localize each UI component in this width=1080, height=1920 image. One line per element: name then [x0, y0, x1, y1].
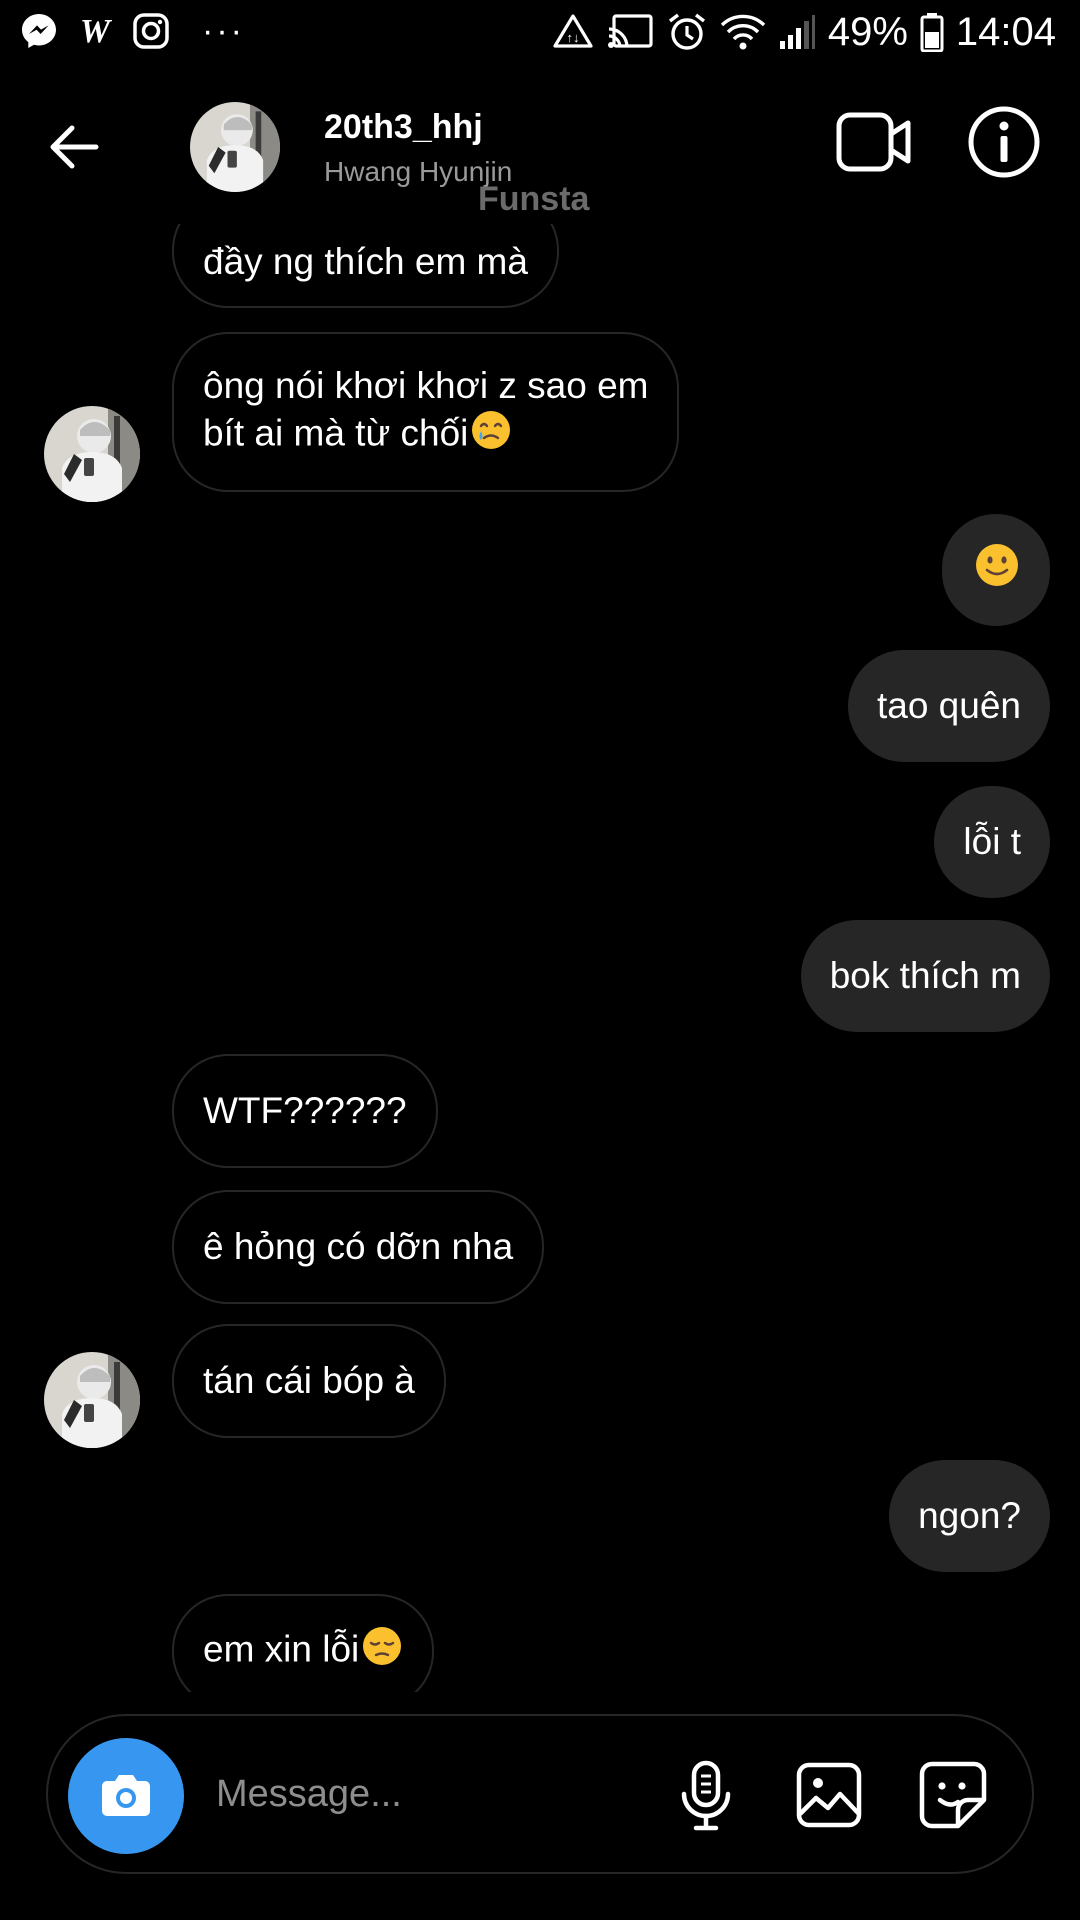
instagram-icon [132, 12, 170, 50]
message-text: tao quên [876, 685, 1021, 726]
more-notifications-indicator: ··· [202, 12, 245, 50]
message-text: WTF?????? [203, 1090, 407, 1131]
image-icon [796, 1762, 862, 1828]
status-bar: W ··· ↑↓ 49% 14:04 [0, 0, 1080, 72]
clock: 14:04 [955, 10, 1056, 54]
notification-icons: W ··· [20, 12, 245, 50]
message-text: bok thích m [829, 955, 1021, 996]
message-outgoing[interactable]: ngon? [889, 1460, 1050, 1572]
chat-username[interactable]: 20th3_hhj [324, 108, 483, 147]
chat-header: 20th3_hhj Hwang Hyunjin Funsta [0, 72, 1080, 224]
microphone-icon [681, 1760, 731, 1831]
sticker-icon [919, 1761, 987, 1829]
sticker-button[interactable] [918, 1760, 988, 1830]
voice-message-button[interactable] [676, 1760, 736, 1832]
arrow-left-icon [50, 125, 99, 169]
data-saver-icon: ↑↓ [552, 13, 594, 51]
message-text: bít ai mà từ chối [203, 411, 469, 453]
message-outgoing[interactable]: lỗi t [934, 786, 1050, 898]
avatar[interactable] [44, 406, 140, 502]
video-camera-icon [836, 112, 911, 172]
info-icon [968, 106, 1040, 178]
messenger-icon [20, 12, 58, 50]
wifi-icon [720, 13, 766, 51]
avatar[interactable] [190, 102, 280, 192]
svg-text:W: W [80, 13, 113, 50]
message-incoming[interactable]: ê hỏng có dỡn nha [172, 1190, 545, 1304]
message-incoming[interactable]: WTF?????? [172, 1054, 438, 1168]
system-icons: ↑↓ 49% 14:04 [552, 12, 1056, 52]
gallery-button[interactable] [796, 1762, 862, 1828]
info-button[interactable] [964, 102, 1044, 182]
svg-text:↑↓: ↑↓ [566, 30, 579, 45]
message-incoming[interactable]: ông nói khơi khơi z sao em bít ai mà từ … [172, 332, 680, 492]
video-call-button[interactable] [836, 110, 912, 174]
back-button[interactable] [44, 116, 106, 178]
account-tag: Funsta [478, 180, 590, 218]
message-outgoing[interactable]: tao quên [847, 650, 1050, 762]
alarm-icon [666, 13, 708, 51]
smiling-tear-emoji [470, 409, 512, 462]
message-outgoing[interactable] [942, 514, 1050, 626]
message-text: em xin lỗi [203, 1627, 360, 1669]
battery-icon [920, 13, 944, 52]
slightly-smiling-emoji [974, 542, 1020, 599]
signal-icon [778, 13, 816, 51]
message-line-with-emoji: em xin lỗi [203, 1625, 403, 1678]
message-incoming[interactable]: em xin lỗi [172, 1594, 435, 1692]
message-line-with-emoji: bít ai mà từ chối [203, 409, 648, 462]
message-text: tán cái bóp à [203, 1360, 415, 1401]
camera-icon [102, 1775, 150, 1816]
profile-photo-icon [190, 102, 280, 192]
message-text: đầy ng thích em mà [203, 241, 528, 282]
profile-photo-icon [44, 406, 140, 502]
profile-photo-icon [44, 1352, 140, 1448]
avatar[interactable] [44, 1352, 140, 1448]
message-outgoing[interactable]: bok thích m [800, 920, 1050, 1032]
message-text: ngon? [918, 1495, 1021, 1536]
cast-icon [606, 13, 654, 51]
w-icon: W [76, 12, 114, 50]
pensive-face-emoji [361, 1625, 403, 1678]
message-thread[interactable]: đầy ng thích em mà ông nói khơi khơi z s… [0, 224, 1080, 1692]
message-incoming[interactable]: đầy ng thích em mà [172, 224, 559, 308]
message-text: ông nói khơi khơi z sao em [203, 364, 649, 406]
message-text: ê hỏng có dỡn nha [203, 1226, 514, 1267]
message-input[interactable] [216, 1756, 696, 1832]
message-text: lỗi t [963, 821, 1021, 862]
camera-button[interactable] [68, 1738, 184, 1854]
message-composer [46, 1714, 1034, 1874]
message-incoming[interactable]: tán cái bóp à [172, 1324, 446, 1438]
battery-percent: 49% [827, 10, 908, 54]
